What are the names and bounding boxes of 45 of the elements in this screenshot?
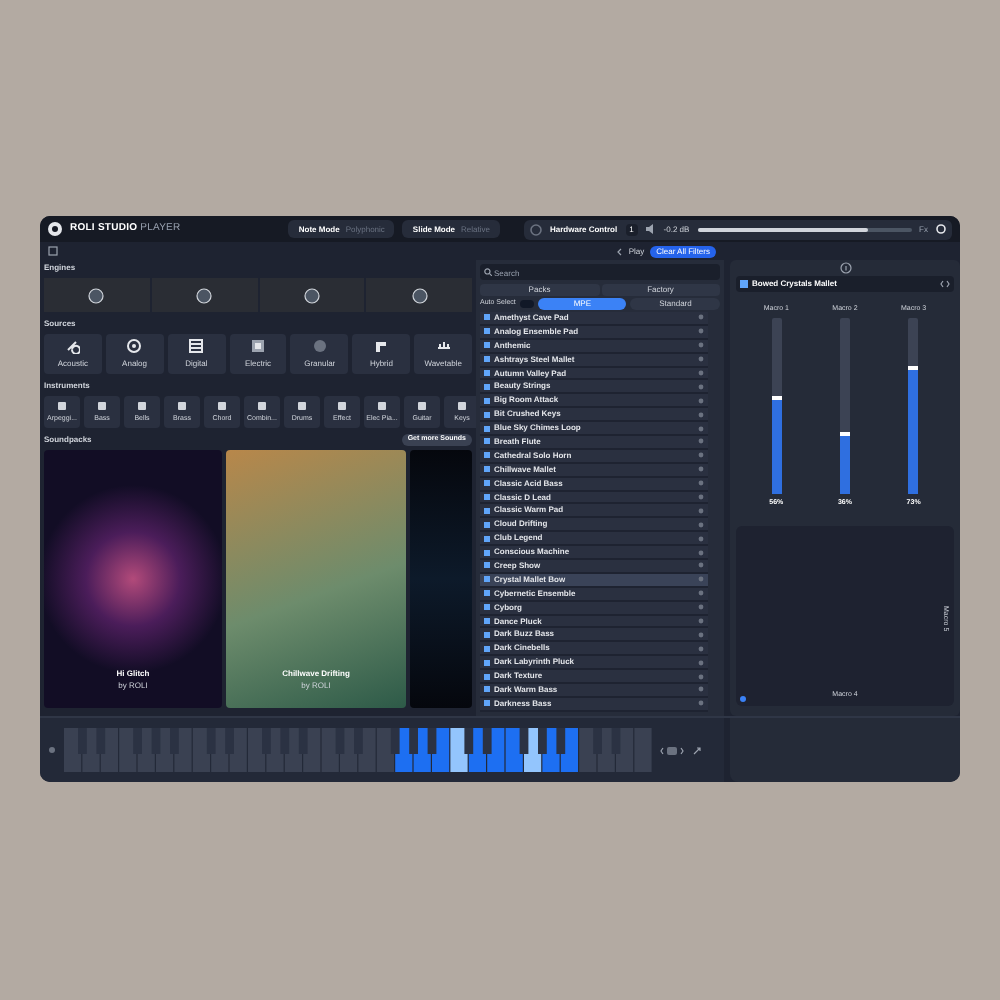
arrows-icon[interactable] — [940, 280, 950, 288]
keyboard-drawing[interactable] — [64, 728, 652, 772]
photo-placeholder[interactable] — [259, 278, 365, 312]
instrument-icon — [136, 399, 148, 412]
macro-slider[interactable] — [771, 318, 782, 495]
knob-icon — [303, 287, 320, 303]
knob-icon — [411, 287, 428, 303]
source-icon — [126, 338, 143, 354]
speaker-icon — [645, 224, 656, 234]
instrument-icon — [56, 399, 68, 412]
collapse-icon[interactable] — [48, 246, 58, 256]
source-icon — [311, 338, 328, 354]
instrument-icon — [96, 399, 108, 412]
instrument-icon — [336, 399, 348, 412]
logo-icon — [48, 222, 62, 236]
source-icon — [188, 338, 205, 354]
photo-placeholder[interactable] — [44, 278, 150, 312]
preset-icon — [740, 280, 748, 288]
knob-icon — [196, 287, 213, 303]
preset-icon — [484, 370, 490, 376]
instrument-icon — [416, 399, 428, 412]
source-icon — [250, 338, 266, 354]
instrument-icon — [256, 399, 268, 412]
search-icon — [484, 268, 492, 276]
power-icon — [936, 224, 946, 234]
photo-placeholder[interactable] — [366, 278, 472, 312]
instrument-icon — [176, 399, 188, 412]
source-icon — [435, 338, 452, 354]
chevron-left-icon[interactable] — [616, 247, 623, 255]
expand-icon[interactable] — [692, 745, 702, 755]
instrument-icon — [216, 399, 228, 412]
macro-slider[interactable] — [839, 318, 850, 495]
power-icon — [530, 223, 542, 235]
photo-placeholder[interactable] — [151, 278, 257, 312]
instrument-icon — [456, 399, 468, 412]
macro-slider[interactable] — [908, 318, 919, 495]
source-icon — [64, 338, 81, 354]
info-icon[interactable] — [839, 262, 851, 274]
instrument-icon — [296, 399, 308, 412]
octave-switch-icon[interactable] — [660, 745, 684, 755]
pad-cursor[interactable] — [740, 695, 746, 701]
knob-icon — [88, 287, 105, 303]
pitch-icon[interactable] — [48, 746, 56, 754]
source-icon — [373, 338, 390, 354]
instrument-icon — [376, 399, 388, 412]
